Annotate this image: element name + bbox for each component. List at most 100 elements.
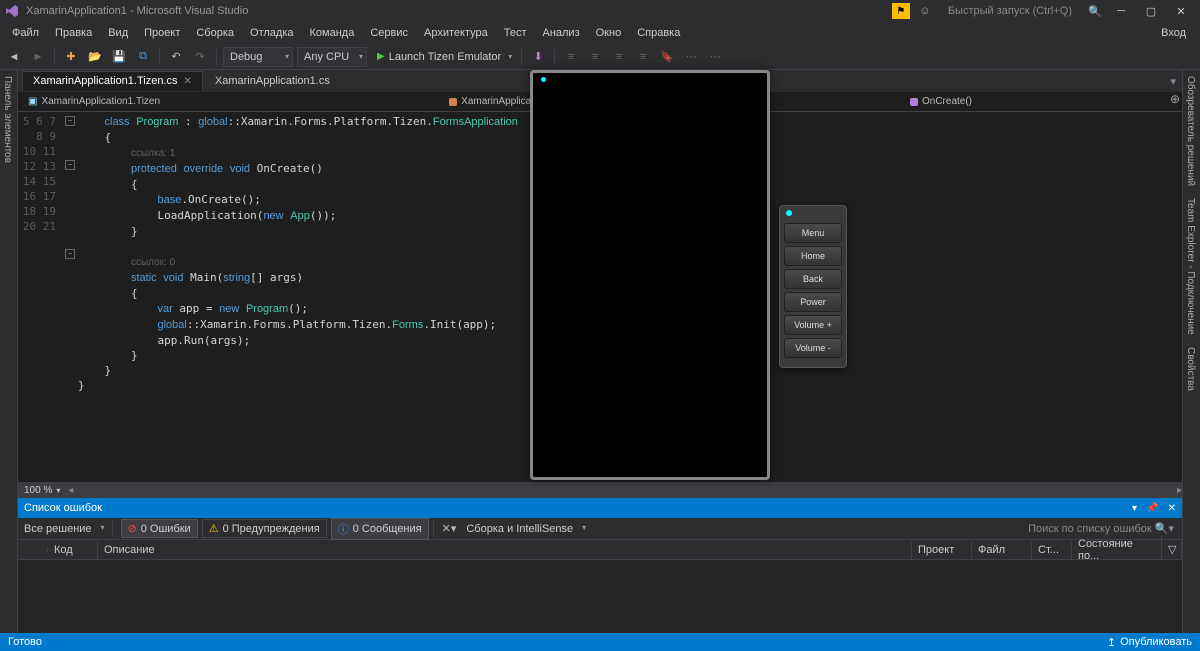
doc-tab-label: XamarinApplication1.cs	[215, 75, 330, 87]
properties-tab[interactable]: Свойства	[1183, 341, 1198, 397]
search-icon[interactable]: 🔍	[1086, 2, 1104, 20]
emu-voldown-button[interactable]: Volume -	[784, 338, 842, 358]
fold-toggle[interactable]: −	[65, 249, 75, 259]
notification-flag-icon[interactable]: ⚑	[892, 3, 910, 19]
step-icon[interactable]: ⬇	[528, 47, 548, 67]
feedback-icon[interactable]: ☺	[916, 2, 934, 20]
toolbox-icon-3[interactable]: ≡	[609, 47, 629, 67]
main-toolbar: ◄ ► ✚ 📂 💾 ⧉ ↶ ↷ Debug Any CPU ▶Launch Ti…	[0, 44, 1200, 70]
panel-pin-icon[interactable]: 📌	[1146, 503, 1158, 514]
nav-member-dropdown[interactable]: OnCreate()	[900, 94, 982, 109]
menu-test[interactable]: Тест	[496, 24, 535, 42]
bookmark-icon[interactable]: 🔖	[657, 47, 677, 67]
menu-project[interactable]: Проект	[136, 24, 188, 42]
fold-toggle[interactable]: −	[65, 116, 75, 126]
platform-dropdown[interactable]: Any CPU	[297, 47, 367, 67]
panel-close-icon[interactable]: ✕	[1168, 503, 1176, 514]
toolbox-panel-tab[interactable]: Панель элементов	[0, 70, 15, 169]
emu-power-button[interactable]: Power	[784, 292, 842, 312]
error-scope-dropdown[interactable]: Все решение	[18, 520, 108, 538]
col-desc[interactable]: Описание	[98, 541, 912, 559]
minimize-button[interactable]: ─	[1106, 1, 1136, 21]
toolbox-icon-4[interactable]: ≡	[633, 47, 653, 67]
new-project-button[interactable]: ✚	[61, 47, 81, 67]
menu-tools[interactable]: Сервис	[362, 24, 416, 42]
menu-build[interactable]: Сборка	[188, 24, 242, 42]
error-icon: ⊘	[128, 522, 137, 535]
menu-architecture[interactable]: Архитектура	[416, 24, 496, 42]
redo-button[interactable]: ↷	[190, 47, 210, 67]
messages-filter-button[interactable]: ⓘ0 Сообщения	[331, 518, 429, 540]
doc-tab-tizen-cs[interactable]: XamarinApplication1.Tizen.cs ✕	[22, 71, 203, 91]
nav-fwd-button[interactable]: ►	[28, 47, 48, 67]
save-button[interactable]: 💾	[109, 47, 129, 67]
error-list-toolbar: Все решение ⊘0 Ошибки ⚠0 Предупреждения …	[18, 518, 1182, 540]
open-file-button[interactable]: 📂	[85, 47, 105, 67]
status-bar: Готово ↥Опубликовать	[0, 633, 1200, 651]
col-code[interactable]: Код	[48, 541, 98, 559]
emu-back-button[interactable]: Back	[784, 269, 842, 289]
build-intellisense-dropdown[interactable]: Сборка и IntelliSense	[460, 520, 589, 538]
toolbox-icon-5[interactable]: ⋯	[681, 47, 701, 67]
config-dropdown[interactable]: Debug	[223, 47, 293, 67]
undo-button[interactable]: ↶	[166, 47, 186, 67]
menu-debug[interactable]: Отладка	[242, 24, 301, 42]
menu-help[interactable]: Справка	[629, 24, 688, 42]
run-debug-button[interactable]: ▶Launch Tizen Emulator	[371, 50, 515, 64]
doc-tab-app-cs[interactable]: XamarinApplication1.cs	[204, 71, 341, 91]
run-label: Launch Tizen Emulator	[389, 51, 502, 63]
emulator-control-panel[interactable]: Menu Home Back Power Volume + Volume -	[779, 205, 847, 368]
fold-toggle[interactable]: −	[65, 160, 75, 170]
col-line[interactable]: Ст...	[1032, 541, 1072, 559]
title-bar: XamarinApplication1 - Microsoft Visual S…	[0, 0, 1200, 22]
tab-overflow-dropdown[interactable]: ▾	[1164, 72, 1182, 91]
toolbox-icon-1[interactable]: ≡	[561, 47, 581, 67]
menu-analyze[interactable]: Анализ	[534, 24, 587, 42]
menu-view[interactable]: Вид	[100, 24, 136, 42]
error-list-header: Список ошибок ▾ 📌 ✕	[18, 498, 1182, 518]
sign-in-button[interactable]: Вход	[1151, 24, 1196, 42]
team-explorer-tab[interactable]: Team Explorer - Подключение	[1183, 192, 1198, 341]
solution-explorer-tab[interactable]: Обозреватель решений	[1183, 70, 1198, 192]
doc-tab-label: XamarinApplication1.Tizen.cs	[33, 75, 178, 87]
nav-back-button[interactable]: ◄	[4, 47, 24, 67]
tizen-emulator-window[interactable]	[530, 70, 770, 480]
status-ready: Готово	[8, 636, 42, 648]
errors-filter-button[interactable]: ⊘0 Ошибки	[121, 519, 198, 538]
warnings-filter-button[interactable]: ⚠0 Предупреждения	[202, 519, 327, 538]
close-icon[interactable]: ✕	[184, 76, 192, 87]
panel-dropdown-icon[interactable]: ▾	[1132, 503, 1137, 514]
error-list-columns: Код Описание Проект Файл Ст... Состояние…	[18, 540, 1182, 560]
editor-footer: 100 % ◂ ▸	[18, 482, 1182, 498]
col-project[interactable]: Проект	[912, 541, 972, 559]
info-icon: ⓘ	[338, 521, 349, 537]
line-gutter: 5 6 7 8 9 10 11 12 13 14 15 16 17 18 19 …	[18, 112, 62, 498]
toolbox-icon-6[interactable]: ⋯	[705, 47, 725, 67]
emu-volup-button[interactable]: Volume +	[784, 315, 842, 335]
col-file[interactable]: Файл	[972, 541, 1032, 559]
add-tab-button[interactable]: ⊕	[1170, 92, 1180, 106]
menu-edit[interactable]: Правка	[47, 24, 100, 42]
col-icon[interactable]	[18, 547, 48, 553]
hscroll-right[interactable]: ▸	[1177, 485, 1182, 496]
warning-icon: ⚠	[209, 522, 219, 535]
save-all-button[interactable]: ⧉	[133, 47, 153, 67]
close-button[interactable]: ✕	[1166, 1, 1196, 21]
toolbox-icon-2[interactable]: ≡	[585, 47, 605, 67]
class-icon	[449, 98, 457, 106]
nav-project-dropdown[interactable]: ▣XamarinApplication1.Tizen	[18, 94, 170, 109]
zoom-dropdown[interactable]: 100 %	[24, 485, 60, 496]
menu-file[interactable]: Файл	[4, 24, 47, 42]
hscroll-left[interactable]: ◂	[68, 485, 73, 496]
col-filter-icon[interactable]: ▽	[1162, 540, 1182, 559]
right-panel-tabwell: Обозреватель решений Team Explorer - Под…	[1182, 70, 1200, 633]
filter-icon[interactable]: ✕▾	[438, 522, 461, 535]
menu-window[interactable]: Окно	[588, 24, 630, 42]
restore-button[interactable]: ▢	[1136, 1, 1166, 21]
emu-home-button[interactable]: Home	[784, 246, 842, 266]
error-list-body[interactable]	[18, 560, 1182, 633]
emu-menu-button[interactable]: Menu	[784, 223, 842, 243]
quick-launch-input[interactable]: Быстрый запуск (Ctrl+Q)	[948, 5, 1072, 17]
menu-team[interactable]: Команда	[302, 24, 363, 42]
publish-button[interactable]: ↥Опубликовать	[1107, 636, 1192, 649]
